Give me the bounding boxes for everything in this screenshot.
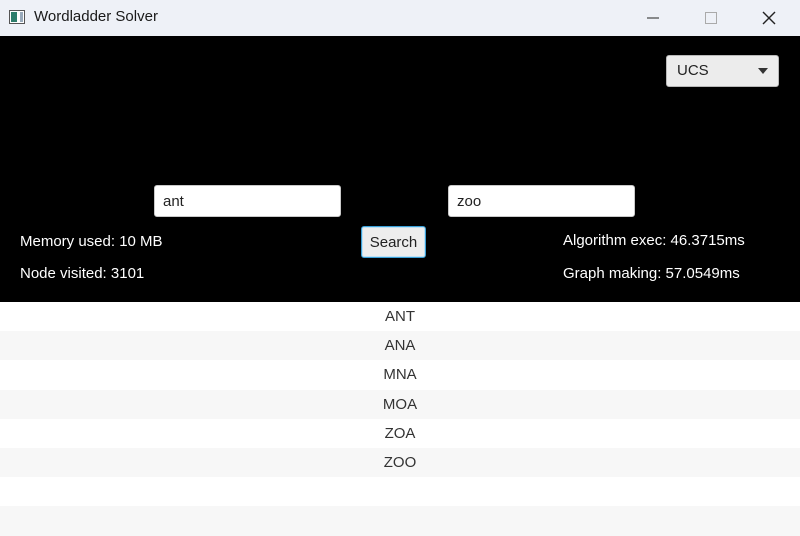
end-word-input[interactable] bbox=[448, 185, 635, 217]
maximize-button[interactable] bbox=[682, 0, 740, 36]
window-title: Wordladder Solver bbox=[34, 8, 158, 25]
list-item[interactable]: ANA bbox=[0, 331, 800, 361]
list-item[interactable]: MOA bbox=[0, 389, 800, 419]
list-item[interactable]: ANT bbox=[0, 302, 800, 332]
list-item[interactable]: ZOA bbox=[0, 418, 800, 448]
close-icon bbox=[762, 11, 776, 25]
algorithm-exec-label: Algorithm exec: 46.3715ms bbox=[563, 232, 745, 249]
graph-making-label: Graph making: 57.0549ms bbox=[563, 265, 740, 282]
memory-used-label: Memory used: 10 MB bbox=[20, 233, 163, 250]
control-panel: UCS Search Memory used: 10 MB Node visit… bbox=[0, 36, 800, 302]
list-item[interactable]: ZOO bbox=[0, 447, 800, 478]
algorithm-select[interactable]: UCS bbox=[666, 55, 779, 87]
search-button[interactable]: Search bbox=[361, 226, 426, 258]
close-button[interactable] bbox=[740, 0, 798, 36]
empty-list-row bbox=[0, 506, 800, 536]
start-word-input[interactable] bbox=[154, 185, 341, 217]
app-icon bbox=[9, 10, 25, 24]
maximize-icon bbox=[705, 12, 717, 24]
list-item[interactable]: MNA bbox=[0, 360, 800, 390]
chevron-down-icon bbox=[758, 68, 768, 74]
minimize-icon bbox=[647, 17, 659, 19]
minimize-button[interactable] bbox=[624, 0, 682, 36]
nodes-visited-label: Node visited: 3101 bbox=[20, 265, 145, 282]
algorithm-select-value: UCS bbox=[677, 62, 709, 79]
result-list[interactable]: ANT ANA MNA MOA ZOA ZOO bbox=[0, 302, 800, 536]
empty-list-row bbox=[0, 477, 800, 507]
title-bar: Wordladder Solver bbox=[0, 0, 800, 36]
